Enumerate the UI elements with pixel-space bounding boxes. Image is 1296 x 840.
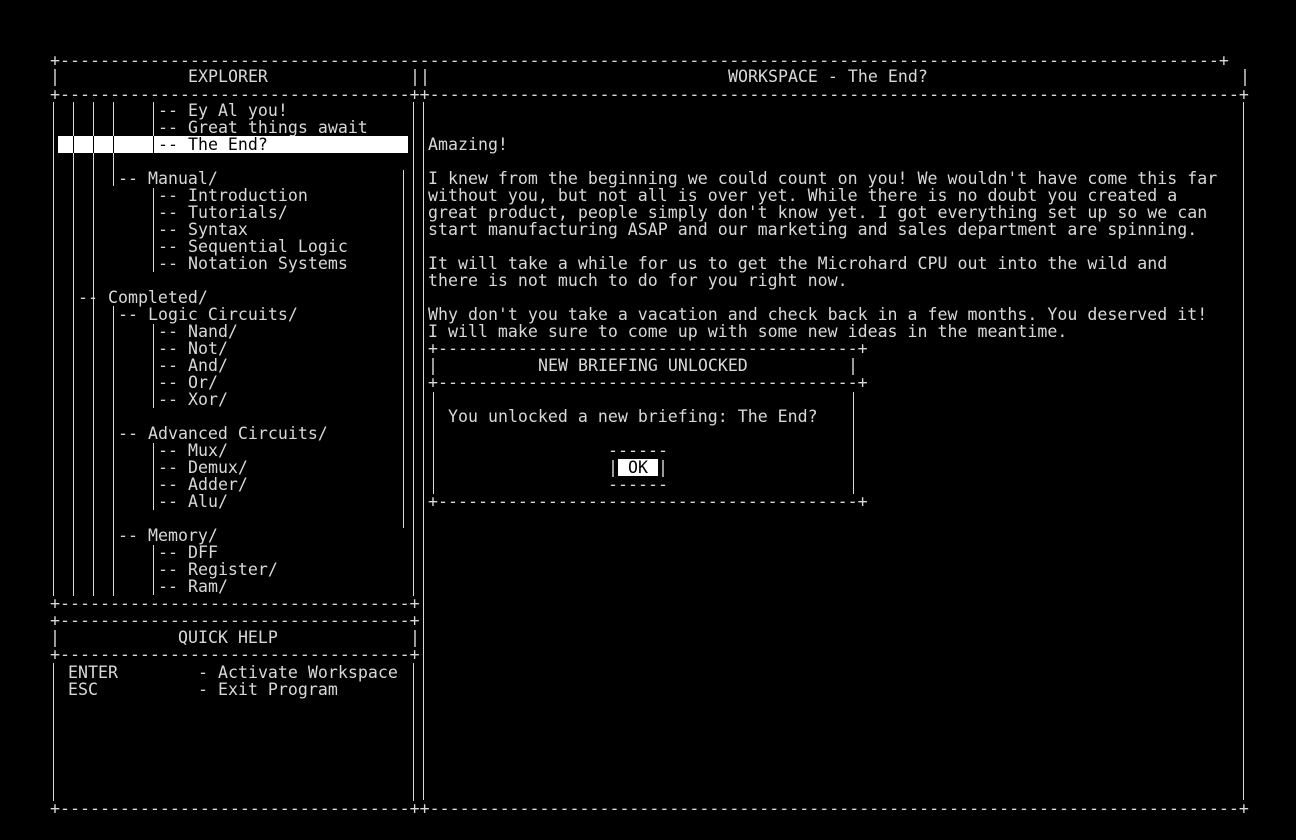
dialog-title: NEW BRIEFING UNLOCKED bbox=[538, 356, 748, 375]
dialog-message: You unlocked a new briefing: The End? bbox=[448, 407, 818, 426]
tree-guide-line bbox=[93, 136, 94, 153]
tree-item-circuit[interactable]: -- Not/ bbox=[158, 340, 228, 357]
shortcut-description: - Activate Workspace bbox=[198, 663, 398, 682]
shortcut-description: - Exit Program bbox=[198, 680, 338, 699]
quick-help-border-top: +-----------------------------------+ bbox=[50, 611, 420, 630]
tree-item-circuit[interactable]: -- DFF bbox=[158, 544, 218, 561]
tree-item-circuit[interactable]: -- Register/ bbox=[158, 561, 278, 578]
explorer-title-right-bar: || bbox=[410, 67, 430, 86]
briefing-text-line: start manufacturing ASAP and our marketi… bbox=[428, 220, 1198, 239]
dialog-right-border bbox=[853, 392, 854, 494]
explorer-scrollbar[interactable] bbox=[403, 170, 404, 528]
tree-item-circuit[interactable]: -- Nand/ bbox=[158, 323, 238, 340]
explorer-border-bottom: +-----------------------------------+ bbox=[50, 594, 420, 613]
quick-help-title-left-bar: | bbox=[50, 628, 60, 647]
quick-help-right-border bbox=[413, 663, 414, 801]
tree-guide-line bbox=[153, 102, 154, 136]
tree-folder-memory[interactable]: -- Memory/ bbox=[118, 527, 218, 544]
briefing-text-line: there is not much to do for you right no… bbox=[428, 271, 848, 290]
tree-item-briefing[interactable]: -- Ey Al you! bbox=[158, 102, 288, 119]
tree-item-manual[interactable]: -- Tutorials/ bbox=[158, 204, 288, 221]
tree-guide-line bbox=[73, 136, 74, 153]
tree-folder-manual[interactable]: -- Manual/ bbox=[118, 170, 218, 187]
dialog-left-border bbox=[433, 392, 434, 494]
tree-folder-completed[interactable]: -- Completed/ bbox=[78, 289, 208, 306]
ok-button-label[interactable]: OK bbox=[628, 459, 648, 476]
tree-folder-logic-circuits[interactable]: -- Logic Circuits/ bbox=[118, 306, 298, 323]
dialog-title-left-bar: | bbox=[428, 356, 438, 375]
tree-item-circuit[interactable]: -- Mux/ bbox=[158, 442, 228, 459]
explorer-title: EXPLORER bbox=[188, 67, 268, 86]
tree-item-briefing[interactable]: -- Great things await bbox=[158, 119, 368, 136]
tree-item-briefing-selected[interactable]: -- The End? bbox=[158, 136, 268, 153]
quick-help-left-border bbox=[53, 663, 54, 801]
quick-help-title-right-bar: | bbox=[410, 628, 420, 647]
tree-guide-line bbox=[153, 545, 154, 595]
tree-item-circuit[interactable]: -- Adder/ bbox=[158, 476, 248, 493]
dialog-border-top: +---------------------------------------… bbox=[428, 339, 868, 358]
workspace-title-right-bar: | bbox=[1240, 67, 1250, 86]
tree-guide-line bbox=[113, 136, 114, 153]
tree-item-manual[interactable]: -- Notation Systems bbox=[158, 255, 348, 272]
shortcut-key: ENTER bbox=[68, 663, 118, 682]
tree-guide-line bbox=[93, 102, 94, 596]
dialog-border-bottom: +---------------------------------------… bbox=[428, 492, 868, 511]
dialog-title-right-bar: | bbox=[848, 356, 858, 375]
tree-item-manual[interactable]: -- Introduction bbox=[158, 187, 308, 204]
tree-guide-line bbox=[113, 306, 114, 596]
workspace-heading: Amazing! bbox=[428, 135, 508, 154]
tree-guide-line bbox=[73, 102, 74, 596]
tree-guide-line bbox=[153, 136, 154, 153]
briefing-text-line: I knew from the beginning we could count… bbox=[428, 169, 1218, 188]
workspace-right-border bbox=[1243, 102, 1244, 800]
quick-help-title: QUICK HELP bbox=[178, 628, 278, 647]
explorer-title-left-bar: | bbox=[50, 67, 60, 86]
tree-item-circuit[interactable]: -- Alu/ bbox=[158, 493, 228, 510]
workspace-title: WORKSPACE - The End? bbox=[728, 67, 928, 86]
briefing-text-line: It will take a while for us to get the M… bbox=[428, 254, 1168, 273]
ok-button-border-top: ------ bbox=[608, 441, 668, 460]
tree-guide-line bbox=[153, 324, 154, 408]
tree-item-manual[interactable]: -- Syntax bbox=[158, 221, 248, 238]
tree-item-circuit[interactable]: -- Or/ bbox=[158, 374, 218, 391]
ok-button-right-bar: | bbox=[658, 458, 668, 477]
workspace-left-border bbox=[423, 102, 424, 800]
ok-button-border-bottom: ------ bbox=[608, 475, 668, 494]
tree-item-circuit[interactable]: -- Xor/ bbox=[158, 391, 228, 408]
tree-item-manual[interactable]: -- Sequential Logic bbox=[158, 238, 348, 255]
frame-border-bottom: +-----------------------------------++--… bbox=[50, 799, 1249, 818]
explorer-left-border bbox=[53, 102, 54, 596]
tree-guide-line bbox=[153, 188, 154, 272]
tree-item-circuit[interactable]: -- Ram/ bbox=[158, 578, 228, 595]
shortcut-key: ESC bbox=[68, 680, 98, 699]
panel-separator bbox=[413, 102, 414, 596]
briefing-text-line: I will make sure to come up with some ne… bbox=[428, 322, 1068, 341]
tree-item-circuit[interactable]: -- And/ bbox=[158, 357, 228, 374]
briefing-text-line: great product, people simply don't know … bbox=[428, 203, 1208, 222]
tree-guide-line bbox=[153, 443, 154, 510]
tree-folder-advanced-circuits[interactable]: -- Advanced Circuits/ bbox=[118, 425, 328, 442]
dialog-title-divider: +---------------------------------------… bbox=[428, 373, 868, 392]
briefing-text-line: Why don't you take a vacation and check … bbox=[428, 305, 1208, 324]
briefing-text-line: without you, but not all is over yet. Wh… bbox=[428, 186, 1178, 205]
quick-help-divider: +-----------------------------------+ bbox=[50, 645, 420, 664]
ok-button-left-bar: | bbox=[608, 458, 618, 477]
tree-item-circuit[interactable]: -- Demux/ bbox=[158, 459, 248, 476]
